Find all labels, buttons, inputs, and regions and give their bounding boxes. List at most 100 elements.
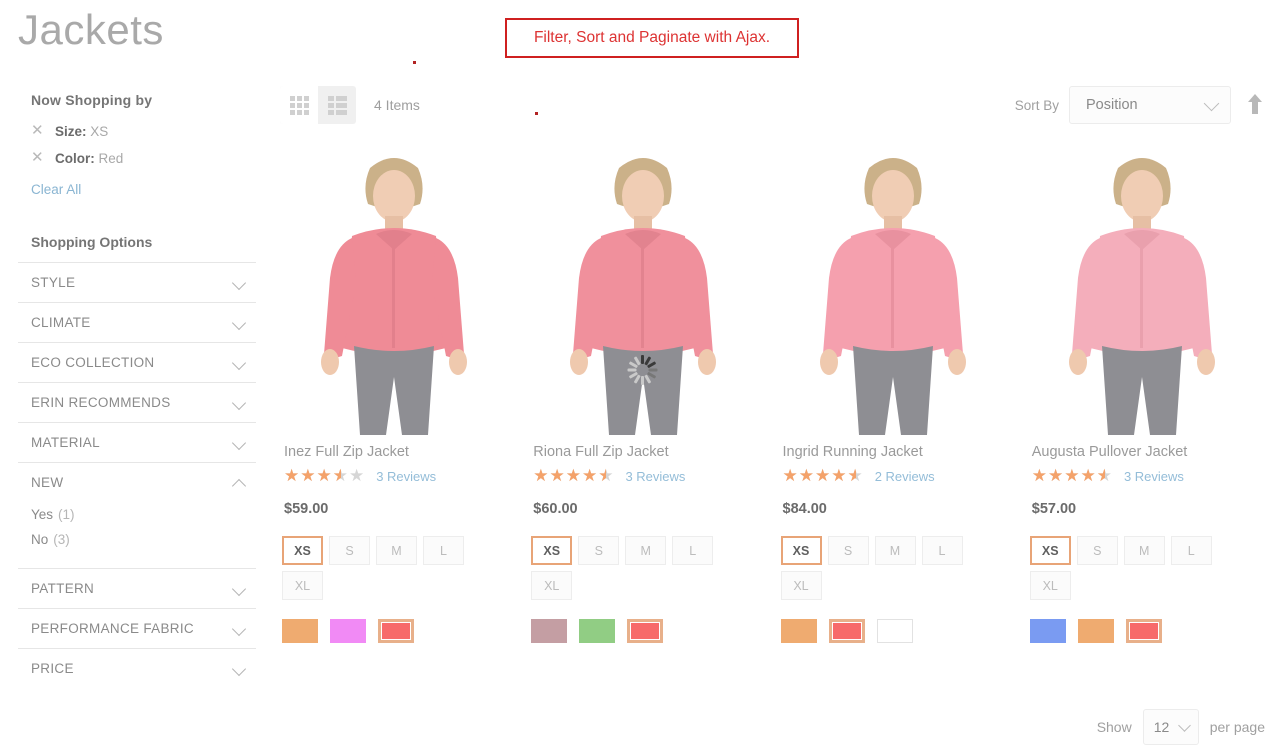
color-swatch[interactable] xyxy=(330,619,366,643)
product-card: Riona Full Zip Jacket ★★★★★★★★★★ 3 Reviews… xyxy=(529,140,778,643)
reviews-link[interactable]: 3 Reviews xyxy=(376,469,436,484)
size-option[interactable]: XL xyxy=(780,571,822,600)
filter-toggle[interactable]: MATERIAL xyxy=(18,423,256,462)
size-option[interactable]: L xyxy=(921,536,963,565)
filter-toggle[interactable]: CLIMATE xyxy=(18,303,256,342)
filter-item: MATERIAL xyxy=(18,422,256,462)
sort-controls: Sort By Position xyxy=(1015,86,1265,124)
filter-item: PATTERN xyxy=(18,568,256,608)
chevron-down-icon xyxy=(232,278,248,288)
product-rating: ★★★★★★★★★★ 2 Reviews xyxy=(783,468,1028,485)
close-icon[interactable]: ✕ xyxy=(31,150,45,165)
product-card: Ingrid Running Jacket ★★★★★★★★★★ 2 Reviews… xyxy=(778,140,1028,643)
size-option[interactable]: S xyxy=(578,536,620,565)
active-filter-item: ✕ Color: Red xyxy=(31,149,256,176)
product-price: $59.00 xyxy=(284,501,329,517)
grid-view-button[interactable] xyxy=(280,86,318,124)
product-image[interactable] xyxy=(280,140,508,435)
product-image[interactable] xyxy=(529,140,758,435)
reviews-link[interactable]: 3 Reviews xyxy=(1124,469,1184,484)
product-price: $84.00 xyxy=(782,501,827,517)
close-icon[interactable]: ✕ xyxy=(31,123,45,138)
sort-by-value: Position xyxy=(1086,97,1138,113)
filter-toggle[interactable]: ECO COLLECTION xyxy=(18,343,256,382)
color-options xyxy=(282,619,529,643)
size-option[interactable]: M xyxy=(625,536,667,565)
chevron-down-icon xyxy=(232,358,248,368)
filter-toggle[interactable]: PATTERN xyxy=(18,569,256,608)
product-rating: ★★★★★★★★★★ 3 Reviews xyxy=(533,468,778,485)
filter-toggle[interactable]: STYLE xyxy=(18,263,256,302)
product-rating: ★★★★★★★★★★ 3 Reviews xyxy=(284,468,529,485)
size-option[interactable]: L xyxy=(1170,536,1212,565)
size-option[interactable]: XL xyxy=(531,571,573,600)
size-option[interactable]: M xyxy=(874,536,916,565)
filter-toggle[interactable]: NEW xyxy=(18,463,256,502)
filter-item: ERIN RECOMMENDS xyxy=(18,382,256,422)
product-name[interactable]: Augusta Pullover Jacket xyxy=(1032,444,1277,460)
reviews-link[interactable]: 3 Reviews xyxy=(625,469,685,484)
size-option[interactable]: XL xyxy=(1029,571,1071,600)
filter-title: STYLE xyxy=(31,275,76,290)
color-swatch[interactable] xyxy=(1125,619,1162,643)
size-options: XS S M L XL xyxy=(282,536,502,600)
filter-title: PRICE xyxy=(31,661,74,676)
per-page-label: per page xyxy=(1209,719,1265,735)
filter-toggle[interactable]: PERFORMANCE FABRIC xyxy=(18,609,256,648)
color-swatch[interactable] xyxy=(378,619,414,643)
filter-title: ERIN RECOMMENDS xyxy=(31,395,171,410)
size-option[interactable]: XS xyxy=(780,536,822,565)
product-price: $60.00 xyxy=(533,501,578,517)
filter-option[interactable]: No (3) xyxy=(31,527,256,552)
spinner-blade xyxy=(640,376,644,385)
color-swatch[interactable] xyxy=(780,619,817,643)
color-swatch[interactable] xyxy=(828,619,865,643)
filter-toggle[interactable]: ERIN RECOMMENDS xyxy=(18,383,256,422)
clear-all-link[interactable]: Clear All xyxy=(31,182,81,197)
color-swatch[interactable] xyxy=(282,619,318,643)
size-option[interactable]: XL xyxy=(282,571,323,600)
color-swatch[interactable] xyxy=(531,619,568,643)
filter-option[interactable]: Yes (1) xyxy=(31,502,256,527)
size-option[interactable]: S xyxy=(827,536,869,565)
color-swatch[interactable] xyxy=(1029,619,1066,643)
shopping-options-title: Shopping Options xyxy=(31,234,153,250)
color-swatch[interactable] xyxy=(1077,619,1114,643)
size-option[interactable]: XS xyxy=(282,536,323,565)
per-page-select[interactable]: 12 xyxy=(1142,709,1199,745)
filter-title: NEW xyxy=(31,475,64,490)
product-grid: Inez Full Zip Jacket★★★★★★★★★★3 Reviews$… xyxy=(280,140,1277,643)
product-name[interactable]: Riona Full Zip Jacket xyxy=(533,444,778,460)
size-option[interactable]: XS xyxy=(1029,536,1071,565)
list-view-button[interactable] xyxy=(318,86,356,124)
size-option[interactable]: L xyxy=(423,536,464,565)
product-image[interactable] xyxy=(778,140,1007,435)
product-name[interactable]: Inez Full Zip Jacket xyxy=(284,444,529,460)
sort-direction-button[interactable] xyxy=(1245,94,1265,116)
reviews-link[interactable]: 2 Reviews xyxy=(875,469,935,484)
filter-option-count: (1) xyxy=(58,507,75,522)
color-swatch[interactable] xyxy=(579,619,616,643)
size-options: XS S M L XL xyxy=(531,536,751,600)
size-option[interactable]: XS xyxy=(531,536,573,565)
filter-title: CLIMATE xyxy=(31,315,91,330)
color-swatch[interactable] xyxy=(627,619,664,643)
size-option[interactable]: S xyxy=(329,536,370,565)
sort-by-select[interactable]: Position xyxy=(1069,86,1231,124)
product-name[interactable]: Ingrid Running Jacket xyxy=(783,444,1028,460)
pagination-limiter: Show 12 per page xyxy=(1097,709,1265,745)
product-toolbar: 4 Items Sort By Position xyxy=(280,86,1265,128)
product-price: $57.00 xyxy=(1031,501,1077,517)
chevron-down-icon xyxy=(232,664,248,674)
size-option[interactable]: L xyxy=(672,536,714,565)
filter-toggle[interactable]: PRICE xyxy=(18,649,256,688)
filter-title: PERFORMANCE FABRIC xyxy=(31,621,194,636)
color-swatch[interactable] xyxy=(876,619,913,643)
size-option[interactable]: M xyxy=(376,536,417,565)
annotation-dot-toolbar xyxy=(535,112,538,115)
filter-option-label: No xyxy=(31,532,49,547)
size-option[interactable]: M xyxy=(1123,536,1165,565)
product-image[interactable] xyxy=(1027,140,1256,435)
filter-item: PERFORMANCE FABRIC xyxy=(18,608,256,648)
size-option[interactable]: S xyxy=(1076,536,1118,565)
